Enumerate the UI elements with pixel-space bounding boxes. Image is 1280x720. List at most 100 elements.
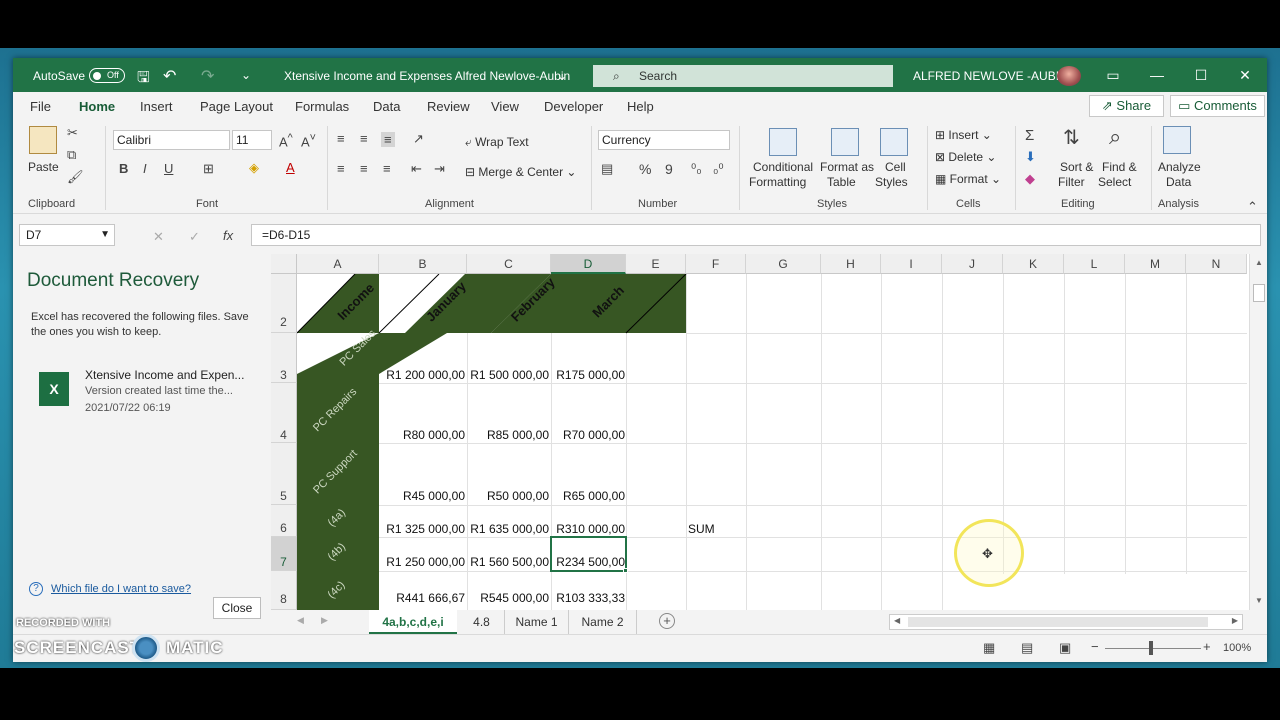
- column-header-j[interactable]: J: [942, 254, 1003, 274]
- sheet-tab-4a[interactable]: 4a,b,c,d,e,i: [369, 610, 457, 634]
- analyze-data-label-2[interactable]: Data: [1166, 175, 1191, 189]
- cell-c7[interactable]: R1 560 500,00: [467, 555, 549, 569]
- horizontal-scroll-thumb[interactable]: [908, 617, 1208, 627]
- cell-d3[interactable]: R175 000,00: [551, 368, 625, 382]
- save-icon[interactable]: 🖫: [137, 67, 150, 92]
- sort-filter-label[interactable]: Sort &: [1060, 160, 1093, 174]
- zoom-slider[interactable]: [1105, 648, 1201, 649]
- cell-c6[interactable]: R1 635 000,00: [467, 522, 549, 536]
- active-cell-selection[interactable]: [550, 536, 627, 572]
- cell-c8[interactable]: R545 000,00: [467, 591, 549, 605]
- column-header-b[interactable]: B: [379, 254, 467, 274]
- row-header-5[interactable]: 5: [271, 443, 297, 505]
- copy-icon[interactable]: ⧉: [67, 148, 76, 161]
- collapse-ribbon-icon[interactable]: ⌃: [1247, 200, 1258, 213]
- fill-color-icon[interactable]: ◈: [249, 161, 259, 174]
- which-file-link[interactable]: Which file do I want to save?: [51, 583, 191, 595]
- cell-d4[interactable]: R70 000,00: [551, 428, 625, 442]
- hscroll-right-icon[interactable]: ▶: [1232, 616, 1238, 625]
- zoom-in-icon[interactable]: +: [1203, 639, 1211, 654]
- find-select-icon[interactable]: ⌕: [1109, 126, 1121, 148]
- customize-qat-icon[interactable]: ⌄: [241, 68, 251, 82]
- column-header-k[interactable]: K: [1003, 254, 1064, 274]
- row-header-2[interactable]: 2: [271, 274, 297, 333]
- conditional-formatting-icon[interactable]: [769, 128, 797, 156]
- undo-icon[interactable]: ↶: [163, 66, 176, 86]
- delete-cells-button[interactable]: ⊠ Delete ⌄: [935, 150, 996, 164]
- column-header-f[interactable]: F: [686, 254, 746, 274]
- column-header-m[interactable]: M: [1125, 254, 1186, 274]
- find-select-label-2[interactable]: Select: [1098, 175, 1131, 189]
- column-header-h[interactable]: H: [821, 254, 881, 274]
- decrease-indent-icon[interactable]: ⇤: [411, 162, 422, 175]
- cell-b8[interactable]: R441 666,67: [379, 591, 465, 605]
- cell-b6[interactable]: R1 325 000,00: [379, 522, 465, 536]
- column-header-c[interactable]: C: [467, 254, 551, 274]
- row-header-6[interactable]: 6: [271, 505, 297, 537]
- user-name[interactable]: ALFRED NEWLOVE -AUBIN: [913, 69, 1068, 83]
- scroll-up-icon[interactable]: ▲: [1255, 258, 1263, 267]
- align-middle-icon[interactable]: ≡: [360, 132, 368, 145]
- column-header-e[interactable]: E: [626, 254, 686, 274]
- number-format-select[interactable]: Currency: [598, 130, 730, 150]
- formula-input[interactable]: =D6-D15: [251, 224, 1261, 246]
- zoom-slider-thumb[interactable]: [1149, 641, 1153, 655]
- analyze-data-icon[interactable]: [1163, 126, 1191, 154]
- column-header-i[interactable]: I: [881, 254, 942, 274]
- tab-scroll-right-icon[interactable]: ▶: [321, 615, 328, 626]
- fill-handle[interactable]: [623, 568, 628, 573]
- maximize-icon[interactable]: ☐: [1179, 58, 1223, 92]
- tab-formulas[interactable]: Formulas: [295, 99, 349, 114]
- column-header-g[interactable]: G: [746, 254, 821, 274]
- page-break-view-icon[interactable]: ▣: [1059, 640, 1071, 656]
- row-header-7[interactable]: 7: [271, 537, 297, 571]
- decrease-decimal-icon[interactable]: ₀⁰: [713, 162, 724, 175]
- cell-b4[interactable]: R80 000,00: [379, 428, 465, 442]
- cell-styles-label[interactable]: Cell: [885, 160, 906, 174]
- find-select-label[interactable]: Find &: [1102, 160, 1137, 174]
- format-as-table-icon[interactable]: [831, 128, 859, 156]
- orientation-icon[interactable]: ↗: [413, 132, 424, 145]
- document-title[interactable]: Xtensive Income and Expenses Alfred Newl…: [284, 69, 570, 83]
- tab-file[interactable]: File: [30, 99, 51, 114]
- bold-button[interactable]: B: [119, 162, 128, 175]
- tab-insert[interactable]: Insert: [140, 99, 173, 114]
- tab-help[interactable]: Help: [627, 99, 654, 114]
- vertical-scrollbar[interactable]: ▲ ▼: [1249, 254, 1267, 610]
- tab-page-layout[interactable]: Page Layout: [200, 99, 273, 114]
- format-painter-icon[interactable]: 🖌: [67, 170, 84, 183]
- share-button[interactable]: ⇗ Share: [1089, 95, 1164, 117]
- cell-d8[interactable]: R103 333,33: [551, 591, 625, 605]
- align-right-icon[interactable]: ≡: [383, 162, 391, 175]
- autosum-button[interactable]: Σ: [1025, 128, 1034, 143]
- percent-button[interactable]: %: [639, 162, 651, 176]
- tab-view[interactable]: View: [491, 99, 519, 114]
- cell-f6-sum[interactable]: SUM: [688, 522, 715, 536]
- wrap-text-button[interactable]: ⤶ Wrap Text: [465, 135, 529, 150]
- increase-indent-icon[interactable]: ⇥: [434, 162, 445, 175]
- zoom-out-icon[interactable]: −: [1091, 639, 1099, 654]
- comments-button[interactable]: ▭ Comments: [1170, 95, 1265, 117]
- tab-developer[interactable]: Developer: [544, 99, 603, 114]
- zoom-level[interactable]: 100%: [1223, 642, 1251, 654]
- accounting-format-icon[interactable]: ▤: [601, 162, 613, 175]
- worksheet-grid[interactable]: A B C D E F G H I J K L M N 2 3 4 5 6 7 …: [271, 254, 1267, 610]
- column-header-l[interactable]: L: [1064, 254, 1125, 274]
- close-recovery-button[interactable]: Close: [213, 597, 261, 619]
- cell-b5[interactable]: R45 000,00: [379, 489, 465, 503]
- insert-function-icon[interactable]: fx: [223, 229, 233, 242]
- fill-icon[interactable]: ⬇: [1025, 150, 1036, 163]
- cancel-icon[interactable]: ✕: [153, 230, 164, 243]
- decrease-font-icon[interactable]: A˅: [301, 133, 316, 149]
- vertical-scroll-thumb[interactable]: [1253, 284, 1265, 302]
- row-header-4[interactable]: 4: [271, 383, 297, 443]
- minimize-icon[interactable]: —: [1135, 58, 1179, 92]
- sheet-tab-4-8[interactable]: 4.8: [459, 610, 505, 634]
- align-top-icon[interactable]: ≡: [337, 132, 345, 145]
- recovered-file-name[interactable]: Xtensive Income and Expen...: [85, 368, 244, 382]
- clear-icon[interactable]: ◆: [1025, 172, 1035, 185]
- add-sheet-icon[interactable]: +: [659, 613, 675, 629]
- column-header-d[interactable]: D: [551, 254, 626, 274]
- sheet-tab-name-1[interactable]: Name 1: [505, 610, 569, 634]
- title-chevron-down-icon[interactable]: ⌄: [557, 69, 567, 83]
